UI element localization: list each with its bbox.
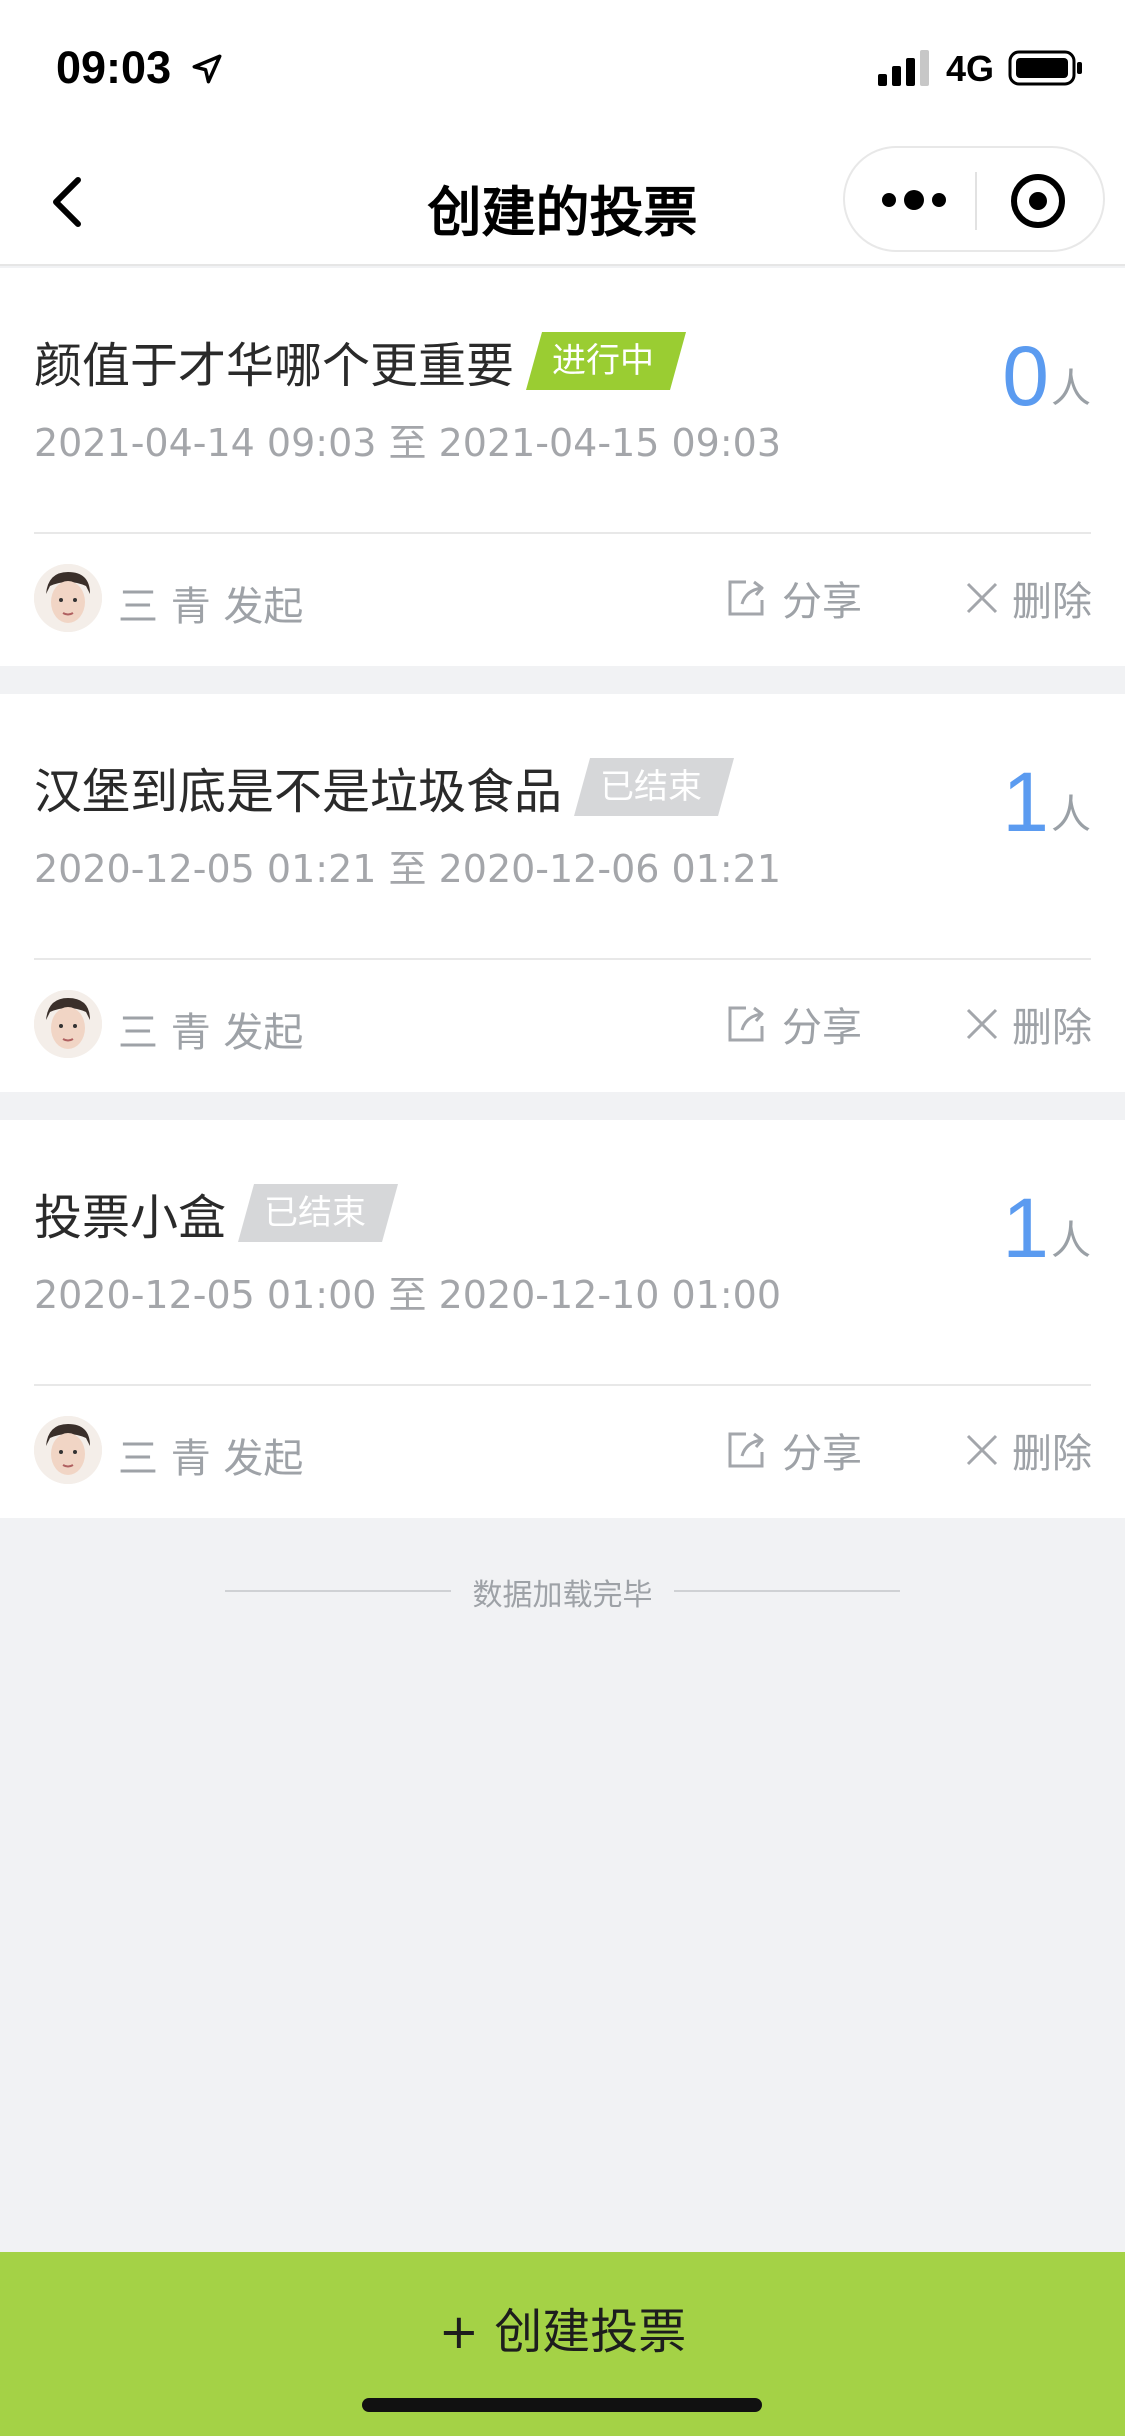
share-label: 分享 [782,1005,862,1051]
delete-button[interactable]: 删除 [962,1414,1092,1486]
mini-program-capsule [843,146,1105,252]
avatar [34,1416,102,1484]
participant-count: 0 人 [1002,334,1091,418]
avatar [34,564,102,632]
network-type: 4G [946,48,995,89]
count-number: 1 [1002,1181,1049,1275]
delete-label: 删除 [1012,579,1092,625]
share-button[interactable]: 分享 [724,988,862,1060]
share-button[interactable]: 分享 [724,1414,862,1486]
vote-title: 汉堡到底是不是垃圾食品 [34,764,563,820]
close-x-icon [966,1434,998,1466]
status-badge: 进行中 [526,332,687,390]
count-unit: 人 [1051,1218,1091,1264]
close-x-icon [966,582,998,614]
delete-button[interactable]: 删除 [962,562,1092,634]
share-icon [728,1432,764,1468]
count-number: 0 [1002,329,1049,423]
delete-label: 删除 [1012,1005,1092,1051]
vote-title: 投票小盒 [34,1190,227,1246]
share-icon [728,1006,764,1042]
share-icon [728,580,764,616]
avatar [34,990,102,1058]
delete-label: 删除 [1012,1431,1092,1477]
count-unit: 人 [1051,792,1091,838]
share-label: 分享 [782,1431,862,1477]
count-number: 1 [1002,755,1049,849]
share-button[interactable]: 分享 [724,562,862,634]
signal-icon [878,50,929,86]
divider-line-right [674,1590,900,1592]
status-badge: 已结束 [238,1184,399,1242]
vote-title: 颜值于才华哪个更重要 [34,338,515,394]
card-title-row: 投票小盒 已结束 [34,1178,399,1248]
card-footer: 三 青 发起 分享 删除 [0,960,1125,1092]
initiator-text: 三 青 发起 [118,1010,304,1056]
battery-icon [1008,50,1082,86]
status-bar: 09:03 4G [0,0,1125,132]
create-vote-label: + 创建投票 [438,2304,687,2360]
location-arrow-icon [192,54,222,84]
nav-bar: 创建的投票 [0,132,1125,266]
vote-time-range: 2020-12-05 01:00 至 2020-12-10 01:00 [34,1273,782,1317]
vote-card[interactable]: 颜值于才华哪个更重要 进行中 2021-04-14 09:03 至 2021-0… [0,268,1125,666]
initiator-text: 三 青 发起 [118,1436,304,1482]
more-dots-icon[interactable] [869,170,959,230]
vote-time-range: 2021-04-14 09:03 至 2021-04-15 09:03 [34,421,782,465]
list-end-text: 数据加载完毕 [472,1578,653,1613]
home-indicator[interactable] [362,2398,762,2412]
initiator-text: 三 青 发起 [118,584,304,630]
participant-count: 1 人 [1002,760,1091,844]
close-x-icon [966,1008,998,1040]
status-badge: 已结束 [574,758,735,816]
vote-card[interactable]: 汉堡到底是不是垃圾食品 已结束 2020-12-05 01:21 至 2020-… [0,694,1125,1092]
vote-time-range: 2020-12-05 01:21 至 2020-12-06 01:21 [34,847,782,891]
list-end-indicator: 数据加载完毕 [0,1562,1125,1622]
card-footer: 三 青 发起 分享 删除 [0,534,1125,666]
card-title-row: 颜值于才华哪个更重要 进行中 [34,326,687,396]
delete-button[interactable]: 删除 [962,988,1092,1060]
card-title-row: 汉堡到底是不是垃圾食品 已结束 [34,752,735,822]
target-circle-icon[interactable] [1005,168,1071,234]
count-unit: 人 [1051,366,1091,412]
card-footer: 三 青 发起 分享 删除 [0,1386,1125,1518]
capsule-divider [975,172,977,230]
status-time: 09:03 [56,42,172,93]
participant-count: 1 人 [1002,1186,1091,1270]
vote-card[interactable]: 投票小盒 已结束 2020-12-05 01:00 至 2020-12-10 0… [0,1120,1125,1518]
share-label: 分享 [782,579,862,625]
